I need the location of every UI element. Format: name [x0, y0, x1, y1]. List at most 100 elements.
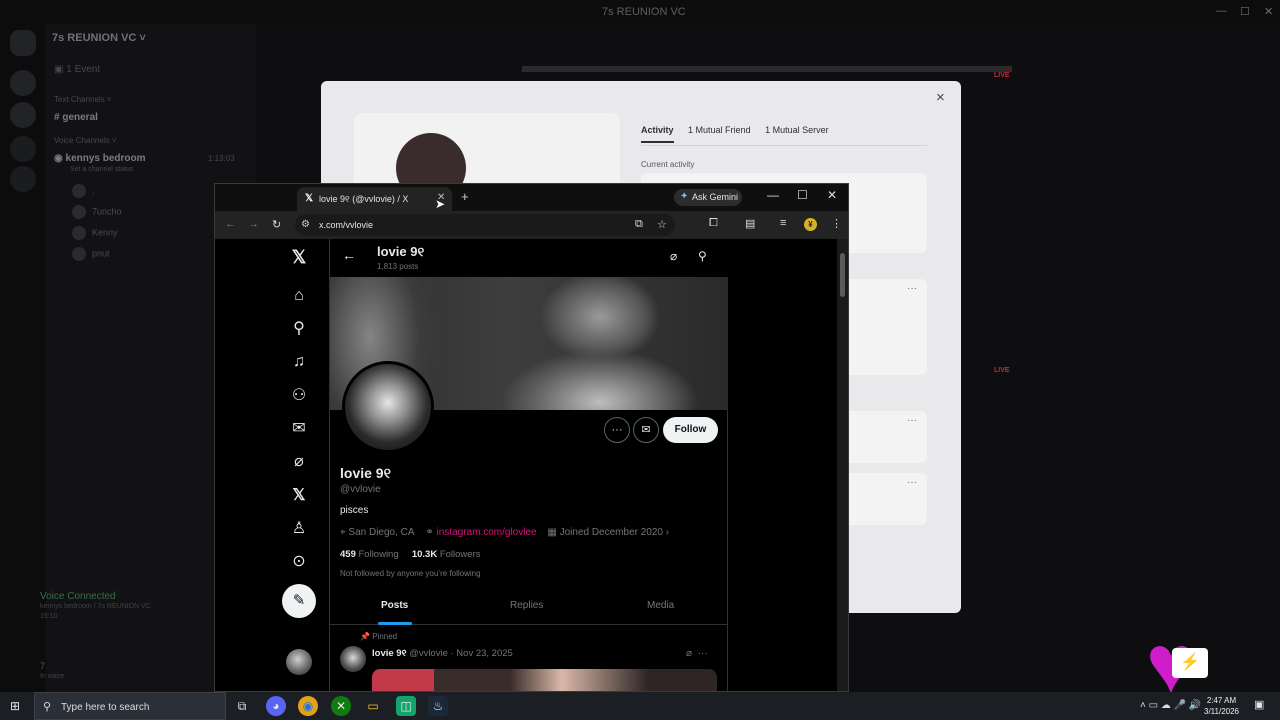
more-icon[interactable]: ··· — [907, 283, 917, 294]
discord-app-icon[interactable]: ◕ — [266, 696, 286, 716]
home-icon[interactable]: ⌂ — [287, 284, 311, 308]
notifications-icon[interactable]: ▣ — [1254, 698, 1264, 711]
close-icon[interactable]: ✕ — [827, 188, 837, 202]
xbox-app-icon[interactable]: ✕ — [331, 696, 351, 716]
premium-x-icon[interactable]: 𝕏 — [287, 484, 311, 508]
followers-link[interactable]: 10.3K Followers — [412, 549, 481, 560]
discord-home-icon[interactable] — [10, 30, 36, 56]
grok-icon[interactable]: ⌀ — [686, 648, 692, 659]
compose-post-button[interactable]: ✎ — [282, 584, 316, 618]
extensions-icon[interactable]: ⧠ — [709, 217, 718, 230]
taskbar-clock[interactable]: 2:47 AM 3/11/2026 — [1204, 695, 1239, 717]
maximize-icon[interactable]: ☐ — [1240, 5, 1250, 18]
tweet-actions: ⌀ ··· — [686, 648, 708, 659]
discover-icon[interactable] — [10, 166, 36, 192]
header-display-name: lovie 9୧ — [377, 244, 425, 259]
message-button[interactable]: ✉ — [633, 417, 659, 443]
website-link[interactable]: instagram.com/glovlee — [437, 527, 537, 538]
voice-channel-status[interactable]: Set a channel status — [70, 166, 133, 173]
voice-channels-header[interactable]: Voice Channels ˅ — [54, 136, 117, 145]
task-view-icon[interactable]: ⧉ — [232, 696, 252, 716]
menu-kebab-icon[interactable]: ⋮ — [831, 217, 842, 230]
add-server-icon[interactable] — [10, 136, 36, 162]
voice-user[interactable]: . — [72, 184, 95, 198]
more-options-button[interactable]: ··· — [604, 417, 630, 443]
notifications-bell-icon[interactable]: ♫ — [287, 350, 311, 374]
ask-gemini-button[interactable]: ✦ Ask Gemini — [674, 189, 742, 206]
channel-general[interactable]: # general — [54, 112, 98, 123]
server-icon[interactable] — [10, 70, 36, 96]
discord-window-title: 7s REUNION VC — [602, 6, 686, 18]
active-tab-indicator — [378, 622, 412, 625]
windows-start-icon[interactable]: ⊞ — [10, 699, 20, 713]
app-icon[interactable]: ◫ — [396, 696, 416, 716]
avatar[interactable] — [340, 646, 366, 672]
voice-time: 15:10 — [40, 613, 58, 620]
new-tab-icon[interactable]: + — [461, 189, 469, 204]
tab-media[interactable]: Media — [647, 600, 674, 611]
following-link[interactable]: 459 Following — [340, 549, 399, 560]
close-icon[interactable]: × — [936, 89, 945, 106]
maximize-icon[interactable]: ☐ — [797, 188, 808, 202]
website-item[interactable]: ⚭ instagram.com/glovlee — [425, 527, 536, 538]
events-row[interactable]: ▣ 1 Event — [54, 64, 100, 75]
profile-icon[interactable]: ♙ — [287, 517, 311, 541]
profile-avatar-icon[interactable]: ¥ — [804, 218, 817, 231]
tab-posts[interactable]: Posts — [381, 600, 408, 611]
stream-overlay-heart: ♥ ⚡ — [1146, 622, 1234, 706]
self-name: 7 — [40, 661, 46, 671]
more-icon[interactable]: ··· — [698, 648, 708, 659]
scrollbar-thumb[interactable] — [840, 253, 845, 297]
follow-button[interactable]: Follow — [663, 417, 718, 443]
minimize-icon[interactable]: — — [767, 188, 779, 202]
follow-people-icon[interactable]: ⚇ — [287, 384, 311, 408]
more-icon[interactable]: ··· — [907, 477, 917, 488]
media-controls-icon[interactable]: ≡ — [780, 217, 786, 229]
pinned-text: Pinned — [372, 632, 398, 641]
server-name[interactable]: 7s REUNION VC ˅ — [52, 32, 146, 44]
steam-app-icon[interactable]: ♨ — [428, 696, 448, 716]
more-icon[interactable]: ··· — [907, 415, 917, 426]
back-arrow-icon[interactable]: ← — [342, 247, 356, 263]
file-explorer-icon[interactable]: ▭ — [363, 696, 383, 716]
search-icon[interactable]: ⚲ — [698, 249, 707, 263]
grok-icon[interactable]: ⌀ — [670, 249, 677, 263]
tray-icons[interactable]: ˄ ▭ ☁ 🎤 🔊 — [1140, 700, 1201, 711]
voice-user[interactable]: Kenny — [72, 226, 118, 240]
voice-user[interactable]: 7uncho — [72, 205, 122, 219]
tab-mutual-server[interactable]: 1 Mutual Server — [765, 125, 829, 135]
x-logo-icon[interactable]: 𝕏 — [287, 245, 311, 269]
tweet-media-image[interactable] — [372, 669, 717, 691]
forward-icon[interactable]: → — [248, 218, 259, 230]
account-avatar[interactable] — [286, 649, 312, 675]
site-info-icon[interactable]: ⚙ — [301, 219, 310, 230]
bookmark-star-icon[interactable]: ☆ — [657, 218, 667, 231]
chrome-app-icon[interactable]: ◉ — [298, 696, 318, 716]
browser-toolbar: ← → ↻ ⚙ x.com/vvlovie ⧉ ☆ ⧠ ▤ ≡ ¥ ⋮ — [215, 211, 848, 239]
taskbar-search[interactable]: ⚲ Type here to search — [34, 692, 226, 720]
joined-item[interactable]: ▦ Joined December 2020 › — [547, 527, 669, 538]
minimize-icon[interactable]: — — [1216, 5, 1227, 17]
server-icon[interactable] — [10, 102, 36, 128]
voice-channel-kennys-bedroom[interactable]: ◉ kennys bedroom — [54, 153, 146, 164]
tab-search-icon[interactable]: ▤ — [745, 217, 755, 230]
install-app-icon[interactable]: ⧉ — [635, 218, 643, 231]
tab-activity[interactable]: Activity — [641, 125, 674, 143]
url-text[interactable]: x.com/vvlovie — [319, 220, 373, 230]
address-bar[interactable]: ⚙ x.com/vvlovie ⧉ ☆ — [295, 214, 675, 236]
grok-icon[interactable]: ⌀ — [287, 450, 311, 474]
messages-icon[interactable]: ✉ — [287, 417, 311, 441]
profile-avatar[interactable] — [342, 361, 434, 453]
tweet-author-name[interactable]: lovie 9୧ — [372, 648, 407, 659]
back-icon[interactable]: ← — [225, 218, 236, 230]
search-icon[interactable]: ⚲ — [287, 317, 311, 341]
browser-tab[interactable]: 𝕏 lovie 9୧ (@vvlovie) / X ✕ — [297, 187, 452, 211]
text-channels-header[interactable]: Text Channels ˅ — [54, 95, 112, 104]
more-icon[interactable]: ⊙ — [287, 550, 311, 574]
tab-replies[interactable]: Replies — [510, 600, 543, 611]
voice-user[interactable]: pnut — [72, 247, 110, 261]
tab-mutual-friend[interactable]: 1 Mutual Friend — [688, 125, 751, 135]
close-icon[interactable]: ✕ — [1264, 5, 1273, 18]
scrollbar[interactable] — [837, 239, 848, 691]
reload-icon[interactable]: ↻ — [272, 218, 281, 231]
